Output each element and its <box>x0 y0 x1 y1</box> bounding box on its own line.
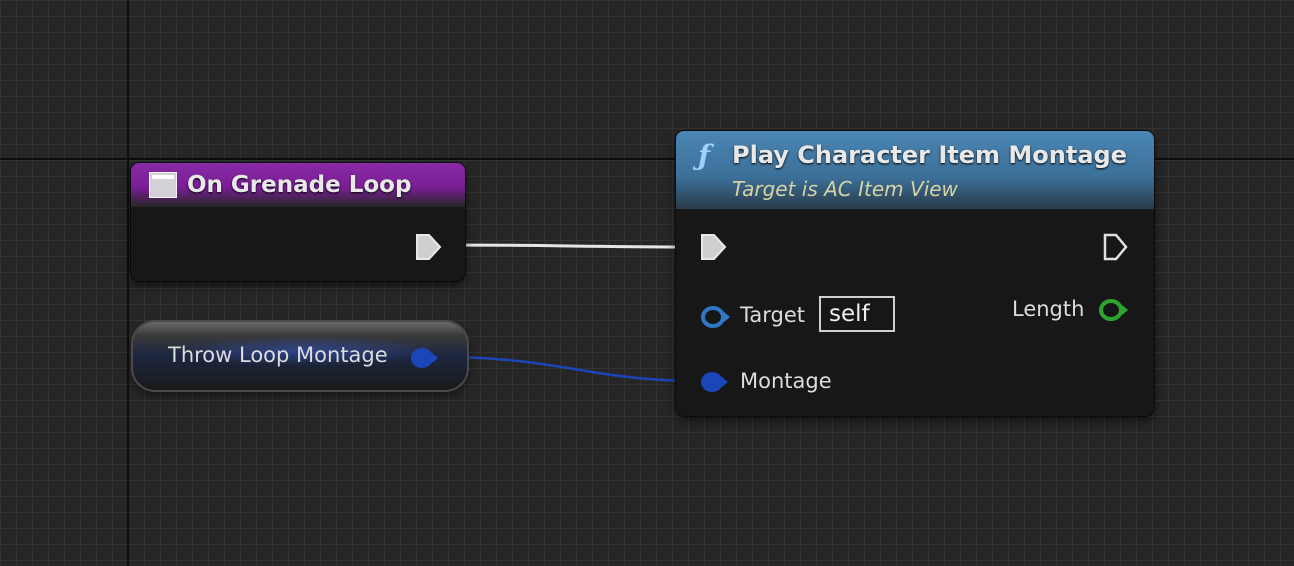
exec-wire[interactable] <box>439 243 701 249</box>
function-f-icon: ƒ <box>698 139 711 172</box>
length-pin-label: Length <box>1012 297 1085 321</box>
variable-node-label: Throw Loop Montage <box>168 343 388 367</box>
function-node-play-character-item-montage[interactable]: ƒ Play Character Item Montage Target is … <box>676 131 1154 416</box>
function-node-header[interactable]: ƒ Play Character Item Montage Target is … <box>676 131 1154 209</box>
montage-pin-label: Montage <box>740 369 832 393</box>
variable-node-throw-loop-montage[interactable]: Throw Loop Montage <box>133 322 467 390</box>
blueprint-graph-canvas[interactable]: On Grenade Loop Throw Loop Montage ƒ Pla… <box>0 0 1294 566</box>
event-icon <box>149 172 177 198</box>
length-output-pin-icon[interactable] <box>1098 298 1130 322</box>
target-pin-label: Target <box>740 303 805 327</box>
function-node-title: Play Character Item Montage <box>732 141 1127 169</box>
montage-input-pin-icon[interactable] <box>700 370 730 394</box>
event-node-on-grenade-loop[interactable]: On Grenade Loop <box>131 163 465 281</box>
event-node-header[interactable]: On Grenade Loop <box>131 163 465 207</box>
exec-input-pin-icon[interactable] <box>700 232 728 262</box>
object-output-pin-icon[interactable] <box>410 346 440 370</box>
function-node-subtitle: Target is AC Item View <box>732 177 958 201</box>
exec-output-pin-icon[interactable] <box>415 232 443 262</box>
exec-output-pin-icon[interactable] <box>1102 232 1130 262</box>
grid-major-line <box>127 0 129 566</box>
montage-wire[interactable] <box>439 355 701 383</box>
event-node-title: On Grenade Loop <box>187 172 412 198</box>
target-value-field[interactable]: self <box>819 296 895 332</box>
target-input-pin-icon[interactable] <box>700 305 732 329</box>
